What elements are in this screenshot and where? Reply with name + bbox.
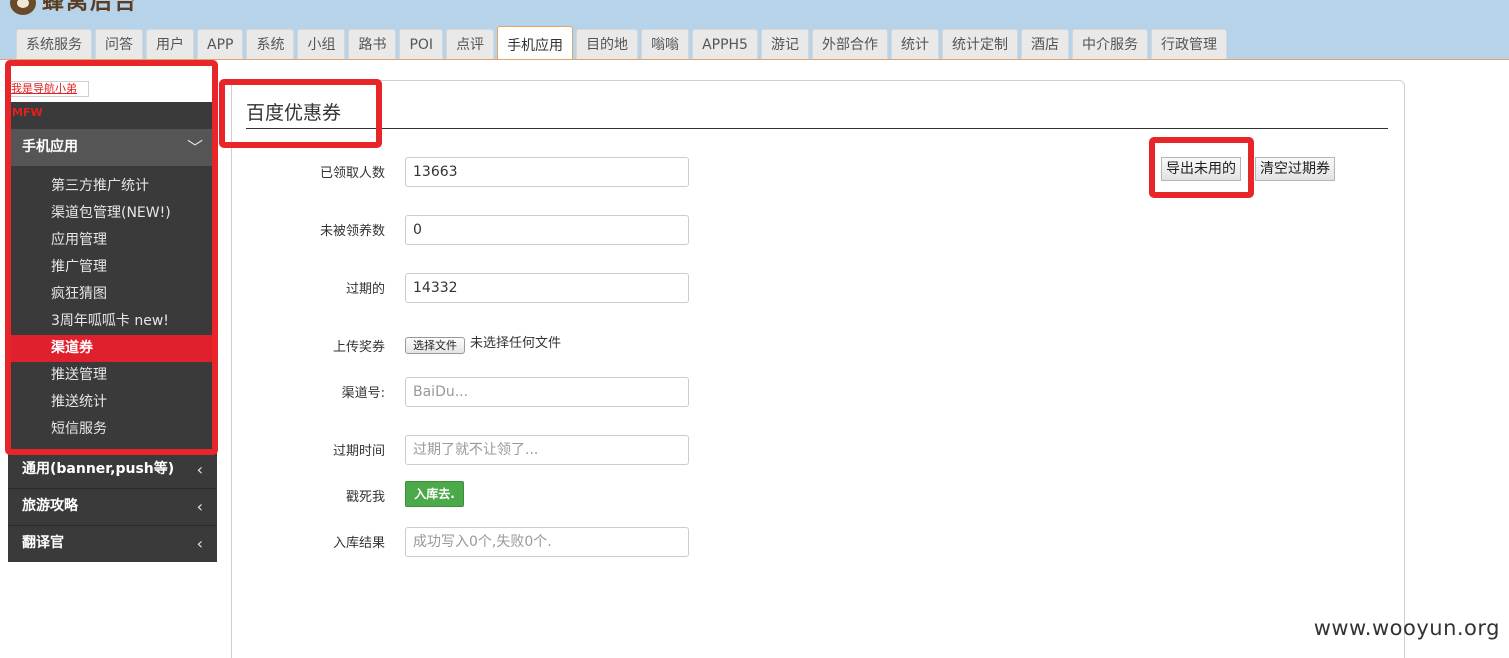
highlight-box-sidebar (5, 60, 218, 455)
tab-wengweng[interactable]: 嗡嗡 (641, 29, 690, 60)
tab-mobile-app[interactable]: 手机应用 (497, 26, 574, 60)
tab-qa[interactable]: 问答 (95, 29, 143, 60)
tab-hotel[interactable]: 酒店 (1020, 29, 1069, 60)
logo-text: 蜂窝后台 (42, 0, 139, 15)
sidebar-section-travel-guide[interactable]: 旅游攻略 ‹ (8, 488, 217, 525)
chevron-left-icon: ‹ (196, 497, 203, 516)
watermark: www.wooyun.org (1313, 616, 1500, 640)
tab-system[interactable]: 系统 (246, 29, 295, 60)
top-nav-tabs: 系统服务 问答 用户 APP 系统 小组 路书 POI 点评 手机应用 目的地 … (16, 26, 1227, 60)
import-result-field: 成功写入0个,失败0个. (405, 527, 689, 557)
tab-system-service[interactable]: 系统服务 (16, 29, 92, 60)
choose-file-button[interactable]: 选择文件 (405, 337, 465, 354)
channel-input[interactable]: BaiDu... (405, 377, 689, 407)
unclaimed-count-field[interactable]: 0 (405, 215, 689, 245)
submit-label: 戳死我 (345, 490, 385, 505)
file-status-text: 未选择任何文件 (470, 336, 562, 351)
unclaimed-count-label: 未被领养数 (319, 224, 385, 239)
tab-roadbook[interactable]: 路书 (348, 29, 397, 60)
tab-app[interactable]: APP (197, 29, 244, 60)
expired-count-label: 过期的 (345, 282, 385, 297)
chevron-left-icon: ‹ (196, 460, 203, 479)
channel-label: 渠道号: (341, 386, 385, 401)
highlight-box-title (219, 79, 382, 148)
clear-expired-button[interactable]: 清空过期券 (1255, 157, 1335, 181)
tab-destination[interactable]: 目的地 (576, 29, 639, 60)
title-divider (246, 128, 1388, 129)
tab-reviews[interactable]: 点评 (446, 29, 495, 60)
sidebar-section-label: 翻译官 (22, 535, 64, 551)
tab-statistics[interactable]: 统计 (890, 29, 939, 60)
sidebar-section-general[interactable]: 通用(banner,push等) ‹ (8, 451, 217, 488)
tab-custom-stats[interactable]: 统计定制 (941, 29, 1018, 60)
top-header: 蜂窝后台 系统服务 问答 用户 APP 系统 小组 路书 POI 点评 手机应用… (0, 0, 1509, 60)
sidebar-section-translator[interactable]: 翻译官 ‹ (8, 525, 217, 562)
received-count-label: 已领取人数 (319, 166, 385, 181)
tab-travelogue[interactable]: 游记 (760, 29, 809, 60)
expire-time-input[interactable]: 过期了就不让领了... (405, 435, 689, 465)
sidebar-section-label: 通用(banner,push等) (22, 461, 175, 477)
sidebar-section-label: 旅游攻略 (22, 498, 78, 514)
tab-partners[interactable]: 外部合作 (811, 29, 888, 60)
expired-count-field[interactable]: 14332 (405, 273, 689, 303)
tab-agency[interactable]: 中介服务 (1071, 29, 1148, 60)
import-button[interactable]: 入库去. (405, 481, 464, 507)
tab-poi[interactable]: POI (399, 29, 444, 60)
tab-apph5[interactable]: APPH5 (692, 29, 758, 60)
import-result-label: 入库结果 (332, 536, 385, 551)
tab-admin[interactable]: 行政管理 (1150, 29, 1227, 60)
header-divider (0, 59, 1509, 60)
expire-time-label: 过期时间 (332, 444, 385, 459)
highlight-box-export (1149, 137, 1254, 198)
received-count-field[interactable]: 13663 (405, 157, 689, 187)
upload-coupon-label: 上传奖券 (332, 340, 385, 355)
logo: 蜂窝后台 (10, 0, 138, 16)
tab-groups[interactable]: 小组 (297, 29, 346, 60)
chevron-left-icon: ‹ (196, 534, 203, 553)
tab-users[interactable]: 用户 (146, 29, 194, 60)
logo-icon (10, 0, 36, 15)
